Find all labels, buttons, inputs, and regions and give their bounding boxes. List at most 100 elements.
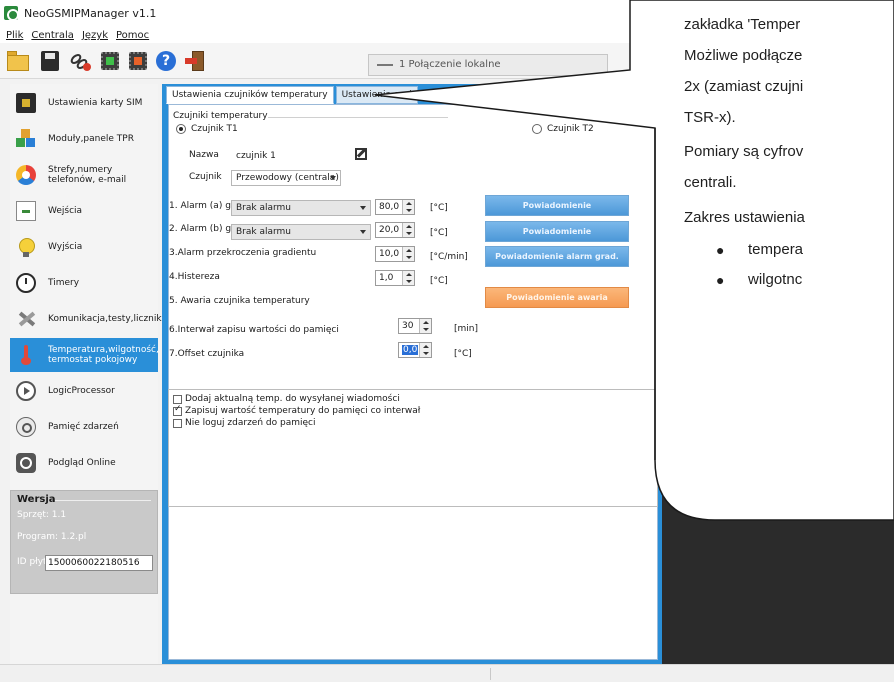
sidebar-item-zones[interactable]: Strefy,numery telefonów, e-mail [10,158,158,192]
sidebar-item-inputs[interactable]: Wejścia [10,194,158,228]
clock-icon [16,273,36,293]
disconnect-icon[interactable] [68,50,92,72]
spinner-icon[interactable] [419,343,431,357]
exit-icon[interactable] [184,50,208,72]
option-label: Dodaj aktualną temp. do wysyłanej wiadom… [185,394,400,404]
hysteresis-input[interactable]: 1,0 [375,270,415,286]
spinner-icon[interactable] [419,319,431,333]
version-title: Wersja [17,494,56,505]
open-folder-icon[interactable] [6,50,30,72]
unit-label: [°C] [430,203,448,213]
interval-label: 6.Interwał zapisu wartości do pamięci [169,325,339,335]
connection-tab[interactable]: 1 Połączenie lokalne [368,54,608,76]
chevron-down-icon [360,230,366,234]
spinner-icon[interactable] [402,223,414,237]
menu-language[interactable]: Język [78,28,112,43]
tab-humidity-sensors[interactable]: Ustawienia czuj [335,86,418,104]
checkbox[interactable] [173,404,182,416]
write-device-icon[interactable] [126,50,150,72]
sidebar-item-communication[interactable]: Komunikacja,testy,liczniki [10,302,165,336]
unit-label: [°C] [454,349,472,359]
notify-alarm-a-button[interactable]: Powiadomienie [485,195,629,216]
menu-file[interactable]: Plik [0,28,27,43]
tab-temperature-sensors[interactable]: Ustawienia czujników temperatury [166,86,334,104]
interval-value: 30 [402,321,414,331]
callout-line: Zakres ustawienia [684,209,805,226]
option-add-temp[interactable]: Dodaj aktualną temp. do wysyłanej wiadom… [173,393,400,405]
read-device-icon[interactable] [98,50,122,72]
right-background [662,84,894,664]
name-label: Nazwa [189,150,219,160]
options-group: Dodaj aktualną temp. do wysyłanej wiadom… [168,389,658,507]
sidebar-item-temperature[interactable]: Temperatura,wilgotność, termostat pokojo… [10,338,159,372]
sidebar-item-label: LogicProcessor [48,386,115,396]
sensor-t1-label: Czujnik T1 [191,124,238,134]
sidebar-item-event-memory[interactable]: Pamięć zdarzeń [10,410,158,444]
chevron-down-icon [360,206,366,210]
offset-label: 7.Offset czujnika [169,349,245,359]
menu-help[interactable]: Pomoc [112,28,153,43]
alarm-b-temp-input[interactable]: 20,0 [375,222,415,238]
hysteresis-value: 1,0 [379,273,394,283]
save-icon[interactable] [38,50,62,72]
notify-gradient-button[interactable]: Powiadomienie alarm grad. [485,246,629,267]
unit-label: [°C/min] [430,252,468,262]
option-save-interval[interactable]: Zapisuj wartość temperatury do pamięci c… [173,404,421,417]
sidebar-item-online-preview[interactable]: Podgląd Online [10,446,158,480]
interval-input[interactable]: 30 [398,318,432,334]
tools-icon [16,309,36,329]
inputs-icon [16,201,36,221]
name-value[interactable]: czujnik 1 [236,151,276,161]
spinner-icon[interactable] [402,271,414,285]
sensor-type-value: Przewodowy (centrala) [236,173,339,183]
sidebar-item-modules[interactable]: Moduły,panele TPR [10,122,158,156]
edit-name-icon[interactable] [355,148,367,160]
sidebar-item-logicprocessor[interactable]: LogicProcessor [10,374,158,408]
thermometer-icon [16,345,36,365]
alarm-a-temp-input[interactable]: 80,0 [375,199,415,215]
alarm-b-select[interactable]: Brak alarmu [231,224,371,240]
offset-input[interactable]: 0,0 [398,342,432,358]
sensor-type-select[interactable]: Przewodowy (centrala) [231,170,341,186]
board-id-field[interactable]: 1500060022180516 [45,555,153,571]
unit-label: [min] [454,324,478,334]
alarm-b-temp-value: 20,0 [379,225,400,235]
sensor-type-label: Czujnik [189,172,222,182]
gradient-input[interactable]: 10,0 [375,246,415,262]
tab-strip: Ustawienia czujników temperatury Ustawie… [166,86,420,106]
menu-centrala[interactable]: Centrala [27,28,78,43]
hysteresis-label: 4.Histereza [169,272,220,282]
checkbox[interactable] [173,394,182,404]
sidebar-item-timers[interactable]: Timery [10,266,158,300]
program-version: Program: 1.2.pl [17,532,87,542]
spinner-icon[interactable] [402,200,414,214]
callout-line: zakładka 'Temper [684,16,801,33]
spinner-icon[interactable] [402,247,414,261]
checkbox[interactable] [173,418,182,428]
notify-alarm-b-button[interactable]: Powiadomienie [485,221,629,242]
sidebar-item-label: Strefy,numery telefonów, e-mail [48,165,127,185]
sidebar-item-label: Ustawienia karty SIM [48,98,143,108]
window-title: NeoGSMIPManager v1.1 [24,7,157,20]
settings-panel [168,104,658,660]
option-no-log[interactable]: Nie loguj zdarzeń do pamięci [173,417,315,429]
sidebar-item-outputs[interactable]: Wyjścia [10,230,158,264]
callout-line: centrali. [684,174,737,191]
unit-label: [°C] [430,276,448,286]
sensor-t2-radio[interactable] [532,124,542,134]
unit-label: [°C] [430,228,448,238]
sensor-t1-radio[interactable] [176,124,186,134]
sidebar-item-sim[interactable]: Ustawienia karty SIM [10,86,158,120]
help-icon[interactable]: ? [154,50,178,72]
sidebar-item-label: Pamięć zdarzeń [48,422,119,432]
alarm-a-select[interactable]: Brak alarmu [231,200,371,216]
logic-processor-icon [16,381,36,401]
sidebar-item-label: Wyjścia [48,242,83,252]
option-label: Zapisuj wartość temperatury do pamięci c… [185,406,421,416]
sidebar-item-label: Komunikacja,testy,liczniki [48,314,165,324]
option-label: Nie loguj zdarzeń do pamięci [185,418,316,428]
status-bar [0,664,894,682]
bullet-icon: ● [716,242,725,258]
application-window: NeoGSMIPManager v1.1 Plik Centrala Język… [0,0,894,682]
notify-failure-button[interactable]: Powiadomienie awaria [485,287,629,308]
